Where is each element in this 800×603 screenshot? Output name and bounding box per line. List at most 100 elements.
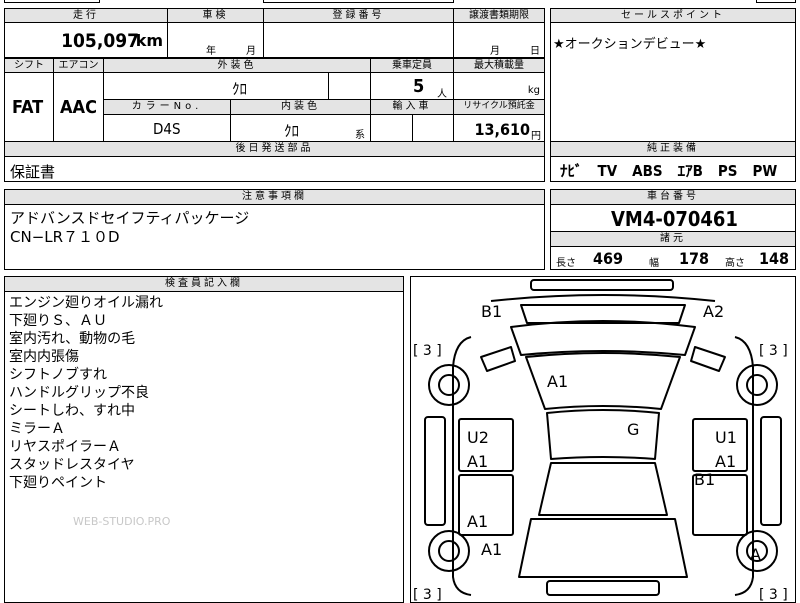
front-bumper [530,279,674,291]
chassis-header: 車台番号 [550,189,796,205]
top-stub-mid [263,0,454,3]
registration-header: 登録番号 [263,8,454,23]
front-grille [510,320,696,356]
inspector-line-6: ハンドルグリップ不良 [9,385,149,401]
wheel-fl [428,364,470,406]
exterior-color-extra [328,72,371,100]
trunk [518,518,688,578]
max-load-header: 最大積載量 [453,58,545,73]
transfer-day-unit: 日 [530,46,540,57]
wheel-fr-hub [746,374,768,396]
color-no-value: D4S [153,120,181,138]
interior-color-header: 内装色 [230,99,371,115]
mark-right-front-door-u: U1 [715,428,737,447]
notes-cell: アドバンスドセイフティパッケージ CN−LR７１０D [4,204,545,270]
inspection-year-unit: 年 [206,46,216,57]
equipment-value: ﾅﾋﾞ TV ABS ｴｱB PS PW [560,162,778,180]
aircon-cell: AAC [53,72,104,142]
mileage-value: 105,097 [61,30,139,52]
mark-right-rear-wheel: A [750,545,761,564]
capacity-unit: 人 [437,89,447,100]
exterior-color-cell: ｸﾛ [103,72,329,100]
left-sill [424,416,446,526]
mark-front-right: A2 [703,302,724,321]
rear-bumper [546,580,660,596]
notes-line-2: CN−LR７１０D [10,228,120,246]
mark-left-front-door-a: A1 [467,452,488,471]
color-no-header: カラーNo. [103,99,231,115]
width-value: 178 [679,249,710,268]
import-cell-b [412,114,454,142]
sales-point-text: ★オークションデビュー★ [553,37,707,52]
mark-left-rear-door: A1 [467,512,488,531]
chassis-value: VM4-070461 [611,207,738,231]
mark-right-side-b: B1 [694,470,715,489]
shift-cell: FAT [4,72,54,142]
mileage-unit: km [135,31,163,50]
car-diagram: B1 A2 [ 3 ] [ 3 ] A1 G U2 A1 U1 A1 B1 A1… [410,276,796,603]
aircon-header: エアコン [53,58,104,73]
parts-cell: 保証書 [4,156,545,182]
notes-header: 注意事項欄 [4,189,545,205]
max-load-unit: kg [527,85,540,96]
capacity-header: 乗車定員 [370,58,454,73]
mark-front-left: B1 [481,302,502,321]
wheel-fl-hub [438,374,460,396]
aircon-value: AAC [60,97,97,118]
mark-left-front-door-u: U2 [467,428,489,447]
inspector-header: 検査員記入欄 [4,276,404,292]
width-label: 幅 [649,258,659,269]
shift-value: FAT [12,97,44,118]
mark-windshield: A1 [547,372,568,391]
import-cell-a [370,114,413,142]
inspection-month-unit: 月 [246,46,256,57]
parts-header: 後日発送部品 [4,141,545,157]
inspector-line-8: ミラーＡ [9,421,65,437]
wheel-rl-hub [438,540,460,562]
top-stub-right [756,0,796,3]
wheel-fr [736,364,778,406]
mileage-cell: 105,097 km [4,22,168,58]
registration-cell [263,22,454,58]
rear-window [538,462,668,516]
height-value: 148 [759,249,790,268]
recycle-unit: 円 [531,131,541,142]
equipment-header: 純正装備 [550,141,796,157]
max-load-cell: kg [453,72,545,100]
parts-value: 保証書 [10,163,56,181]
inspector-line-11: 下廻りペイント [9,475,107,491]
top-stub-left [4,0,100,3]
inspector-line-2: 下廻りＳ、ＡＵ [9,313,107,329]
recycle-cell: 13,610 円 [453,114,545,142]
length-value: 469 [593,249,624,268]
inspector-line-5: シフトノブすれ [9,367,107,383]
sales-point-header: セールスポイント [550,8,796,23]
exterior-color-value: ｸﾛ [232,80,248,98]
exterior-color-header: 外装色 [103,58,371,73]
shift-header: シフト [4,58,54,73]
tire-fl-count: [ 3 ] [413,343,442,359]
length-label: 長さ [556,258,576,269]
right-mirror [690,346,726,372]
roof [546,409,660,460]
watermark: WEB-STUDIO.PRO [73,515,171,528]
specs-header: 諸元 [550,231,796,247]
inspector-line-4: 室内内張傷 [9,349,79,365]
chassis-cell: VM4-070461 [550,204,796,232]
mileage-header: 走行 [4,8,168,23]
wheel-rl [428,530,470,572]
inspector-line-7: シートしわ、すれ中 [9,403,135,419]
tire-fr-count: [ 3 ] [759,343,788,359]
recycle-value: 13,610 [474,120,530,139]
right-sill [760,416,782,526]
equipment-cell: ﾅﾋﾞ TV ABS ｴｱB PS PW [550,156,796,182]
capacity-value: 5 [413,76,425,97]
capacity-cell: 5 人 [370,72,454,100]
left-mirror [480,346,516,372]
inspector-cell: エンジン廻りオイル漏れ 下廻りＳ、ＡＵ 室内汚れ、動物の毛 室内内張傷 シフトノ… [4,291,404,603]
inspector-line-3: 室内汚れ、動物の毛 [9,331,136,347]
front-edge [490,294,716,302]
mark-roof: G [627,420,639,439]
transfer-month-unit: 月 [490,46,500,57]
interior-color-value: ｸﾛ [284,122,300,140]
